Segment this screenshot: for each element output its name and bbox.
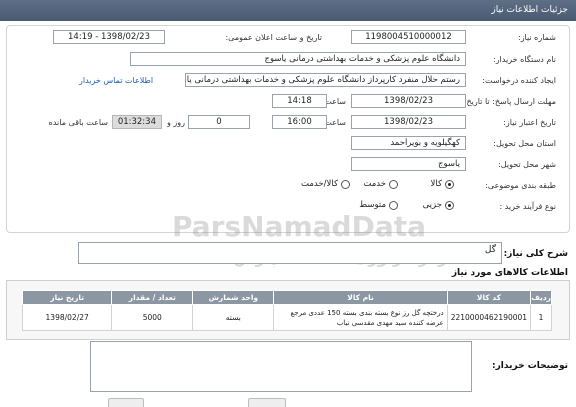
process-option-small-label: جزیی (422, 200, 442, 210)
reply-date-field: 1398/02/23 (351, 94, 466, 108)
reply-deadline-label: مهلت ارسال پاسخ: تا تاریخ: (463, 97, 556, 106)
description-label: توضیحات خریدار: (492, 361, 568, 371)
summary-label: شرح کلی نیاز: (503, 249, 568, 259)
province-label: استان محل تحویل: (493, 139, 556, 148)
days-label: روز و (167, 118, 185, 127)
col-row-number: ردیف (530, 290, 552, 305)
description-field (90, 341, 472, 392)
city-field: یاسوج (351, 157, 466, 171)
process-option-medium-label: متوسط (359, 200, 386, 210)
validity-time-field: 16:00 (272, 115, 327, 129)
bottom-action-button-1[interactable] (248, 398, 286, 407)
table-row: 1 2210000462190001 درختچه گل رز نوع بسته… (21, 304, 552, 331)
goods-table-header-row: ردیف کد کالا نام کالا واحد شمارش تعداد /… (21, 290, 552, 305)
radio-empty-icon (389, 200, 398, 210)
summary-field: گل (78, 242, 502, 264)
creator-label: ایجاد کننده درخواست: (482, 76, 556, 85)
category-option-goods[interactable]: کالا (431, 179, 454, 189)
need-number-label: شماره نیاز: (518, 33, 556, 42)
announce-field: 1398/02/23 - 14:19 (53, 30, 165, 44)
radio-empty-icon (389, 179, 398, 189)
creator-field: رستم حلال منفرد کارپرداز دانشگاه علوم پز… (185, 73, 466, 87)
goods-section-title: اطلاعات کالاهای مورد نیاز (451, 268, 568, 278)
cell-quantity: 5000 (111, 304, 194, 331)
process-label: نوع فرآیند خرید : (499, 202, 556, 211)
col-need-date: تاریخ نیاز (21, 290, 113, 305)
announce-label: تاریخ و ساعت اعلان عمومی: (225, 33, 322, 42)
cell-row-number: 1 (530, 304, 552, 331)
radio-selected-icon (445, 200, 454, 210)
cell-need-date: 1398/02/27 (21, 304, 113, 331)
radio-empty-icon (341, 179, 350, 189)
cell-unit: بسته (192, 304, 275, 331)
remaining-label: ساعت باقی مانده (48, 118, 108, 127)
reply-time-field: 14:18 (272, 94, 327, 108)
days-field: 0 (188, 115, 250, 129)
cell-item-code: 2210000462190001 (446, 304, 532, 331)
col-unit: واحد شمارش (192, 290, 275, 305)
page-title: جزئیات اطلاعات نیاز (491, 5, 568, 15)
col-item-name: نام کالا (273, 290, 448, 305)
process-option-small[interactable]: جزیی (423, 200, 454, 210)
city-label: شهر محل تحویل: (498, 160, 556, 169)
process-option-medium[interactable]: متوسط (359, 200, 398, 210)
province-field: کهگیلویه و بویراحمد (351, 136, 466, 150)
need-number-field: 1198004510000012 (351, 30, 466, 44)
bottom-action-button-2[interactable] (108, 398, 144, 407)
validity-date-field: 1398/02/23 (351, 115, 466, 129)
buyer-label: نام دستگاه خریدار: (493, 55, 556, 64)
validity-time-label: ساعت (324, 118, 346, 127)
goods-table: ردیف کد کالا نام کالا واحد شمارش تعداد /… (21, 290, 552, 331)
radio-selected-icon (445, 179, 454, 189)
buyer-field: دانشگاه علوم پزشکی و خدمات بهداشتی درمان… (130, 52, 466, 66)
remaining-time-field: 01:32:34 (112, 115, 162, 129)
col-quantity: تعداد / مقدار (111, 290, 194, 305)
category-option-service[interactable]: خدمت (363, 179, 398, 189)
page-header: جزئیات اطلاعات نیاز (0, 0, 576, 21)
category-option-service-label: خدمت (363, 179, 386, 189)
validity-label: تاریخ اعتبار نیاز: (503, 118, 556, 127)
category-option-both[interactable]: کالا/خدمت (301, 179, 350, 189)
category-option-both-label: کالا/خدمت (301, 179, 338, 189)
buyer-contact-link[interactable]: اطلاعات تماس خریدار (79, 76, 153, 85)
reply-time-label: ساعت (324, 97, 346, 106)
category-label: طبقه بندی موضوعی: (485, 181, 556, 190)
cell-item-name: درختچه گل رز نوع بسته بندی بسته 150 عددی… (273, 304, 448, 331)
category-option-goods-label: کالا (430, 179, 442, 189)
col-item-code: کد کالا (446, 290, 532, 305)
